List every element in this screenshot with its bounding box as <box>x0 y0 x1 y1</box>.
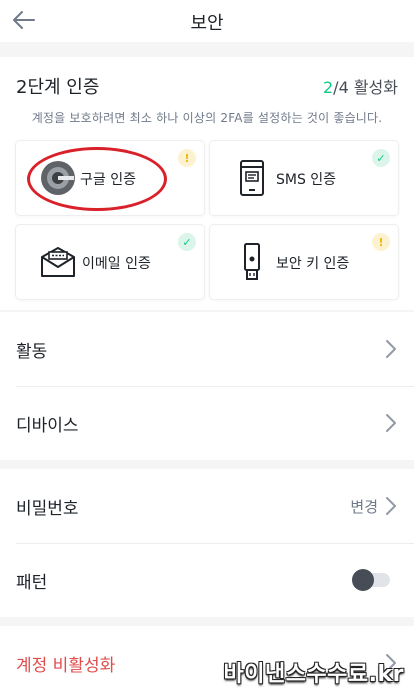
two-factor-enabled-count: 2 <box>322 78 334 97</box>
warning-badge: ! <box>372 233 390 251</box>
sms-auth-card[interactable]: SMS 인증 ✓ <box>210 141 398 215</box>
security-key-icon <box>232 242 272 282</box>
chevron-right-icon <box>386 414 396 432</box>
warning-badge: ! <box>178 149 196 167</box>
devices-label: 디바이스 <box>16 415 79 436</box>
two-factor-description: 계정을 보호하려면 최소 하나 이상의 2FA를 설정하는 것이 좋습니다. <box>31 111 383 125</box>
sms-auth-label: SMS 인증 <box>276 172 337 188</box>
two-factor-count-rest: /4 활성화 <box>333 78 398 97</box>
page-title: 보안 <box>190 13 224 34</box>
activity-label: 활동 <box>16 341 48 362</box>
google-auth-card[interactable]: 구글 인증 ! <box>16 141 204 215</box>
password-label: 비밀번호 <box>16 498 79 519</box>
email-auth-card[interactable]: 이메일 인증 ✓ <box>16 225 204 299</box>
sms-phone-icon <box>232 158 272 198</box>
email-icon <box>38 242 78 282</box>
google-auth-label: 구글 인증 <box>80 172 136 188</box>
pattern-toggle[interactable] <box>352 569 390 591</box>
password-change-value: 변경 <box>350 497 378 516</box>
pattern-row: 패턴 <box>0 543 414 617</box>
watermark-text: 바이낸스수수료.kr <box>223 662 404 687</box>
toggle-knob <box>352 569 374 591</box>
chevron-right-icon <box>386 497 396 515</box>
pattern-label: 패턴 <box>16 572 48 593</box>
google-authenticator-icon <box>38 158 78 198</box>
security-key-card[interactable]: 보안 키 인증 ! <box>210 225 398 299</box>
disable-account-label: 계정 비활성화 <box>16 655 116 676</box>
chevron-right-icon <box>386 340 396 358</box>
login-section: 비밀번호 변경 패턴 <box>0 469 414 617</box>
activity-row[interactable]: 활동 <box>0 312 414 386</box>
activity-section: 활동 디바이스 <box>0 312 414 460</box>
check-badge: ✓ <box>372 149 390 167</box>
security-key-label: 보안 키 인증 <box>276 256 350 272</box>
top-bar: 보안 <box>0 0 414 42</box>
two-factor-title: 2단계 인증 <box>16 77 100 98</box>
two-factor-count: 2/4 활성화 <box>323 74 398 98</box>
devices-row[interactable]: 디바이스 <box>0 386 414 460</box>
password-row[interactable]: 비밀번호 변경 <box>0 469 414 543</box>
email-auth-label: 이메일 인증 <box>82 256 151 272</box>
check-badge: ✓ <box>178 233 196 251</box>
